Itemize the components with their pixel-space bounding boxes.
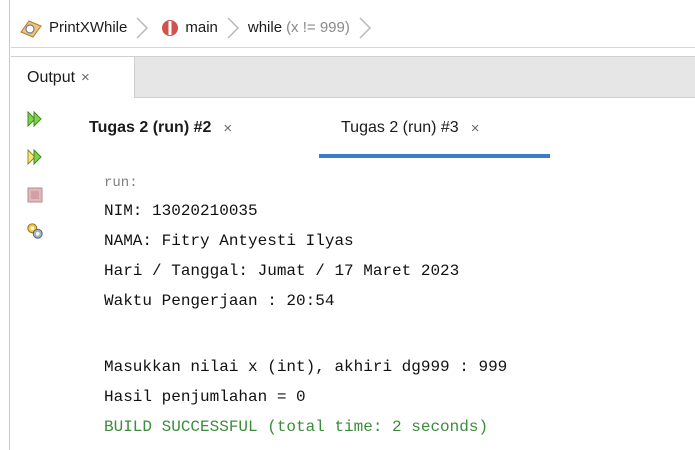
rerun-icon[interactable] bbox=[26, 110, 44, 128]
close-icon[interactable]: × bbox=[471, 121, 480, 136]
tab-run-3[interactable]: Tugas 2 (run) #3 × bbox=[319, 98, 550, 158]
breadcrumb-class[interactable]: PrintXWhile bbox=[49, 8, 127, 48]
breadcrumb-method-label: main bbox=[185, 19, 218, 36]
tab-output[interactable]: Output × bbox=[11, 57, 135, 98]
tab-run-2[interactable]: Tugas 2 (run) #2 × bbox=[89, 98, 232, 158]
console-run-label: run: bbox=[104, 175, 138, 191]
tab-output-label: Output bbox=[27, 68, 76, 86]
window-left-edge bbox=[0, 0, 10, 450]
console-line: NIM: 13020210035 bbox=[104, 202, 258, 220]
stop-icon[interactable] bbox=[26, 186, 44, 204]
output-tab-bar: Output × bbox=[11, 56, 695, 98]
chevron-right-icon bbox=[224, 8, 242, 48]
breadcrumb-while[interactable]: while (x != 999) bbox=[248, 8, 350, 48]
close-icon[interactable]: × bbox=[81, 70, 90, 85]
chevron-right-icon bbox=[133, 8, 151, 48]
breadcrumb: PrintXWhile main while (x != 999) bbox=[11, 8, 695, 48]
build-status-line: BUILD SUCCESSFUL (total time: 2 seconds) bbox=[104, 418, 489, 436]
console-output[interactable]: run: NIM: 13020210035 NAMA: Fitry Antyes… bbox=[104, 170, 695, 442]
class-icon bbox=[19, 18, 43, 38]
breadcrumb-class-label: PrintXWhile bbox=[49, 19, 128, 36]
method-icon bbox=[161, 19, 179, 37]
breadcrumb-while-label: while bbox=[247, 19, 283, 36]
console-line: Waktu Pengerjaan : 20:54 bbox=[104, 292, 335, 310]
console-line: Hasil penjumlahan = 0 bbox=[104, 388, 306, 406]
breadcrumb-method[interactable]: main bbox=[185, 8, 218, 48]
breadcrumb-while-condition: (x != 999) bbox=[286, 19, 350, 36]
rerun-with-params-icon[interactable] bbox=[26, 148, 44, 166]
console-line: Hari / Tanggal: Jumat / 17 Maret 2023 bbox=[104, 262, 460, 280]
console-line: Masukkan nilai x (int), akhiri dg999 : 9… bbox=[104, 358, 508, 376]
close-icon[interactable]: × bbox=[223, 121, 232, 136]
tab-run-3-label: Tugas 2 (run) #3 bbox=[341, 119, 459, 136]
chevron-right-icon bbox=[356, 8, 374, 48]
settings-icon[interactable] bbox=[26, 222, 44, 240]
console-line: NAMA: Fitry Antyesti Ilyas bbox=[104, 232, 354, 250]
run-tabs: Tugas 2 (run) #2 × Tugas 2 (run) #3 × bbox=[69, 98, 695, 158]
output-side-toolbar bbox=[11, 98, 69, 450]
tab-run-2-label: Tugas 2 (run) #2 bbox=[89, 119, 212, 136]
